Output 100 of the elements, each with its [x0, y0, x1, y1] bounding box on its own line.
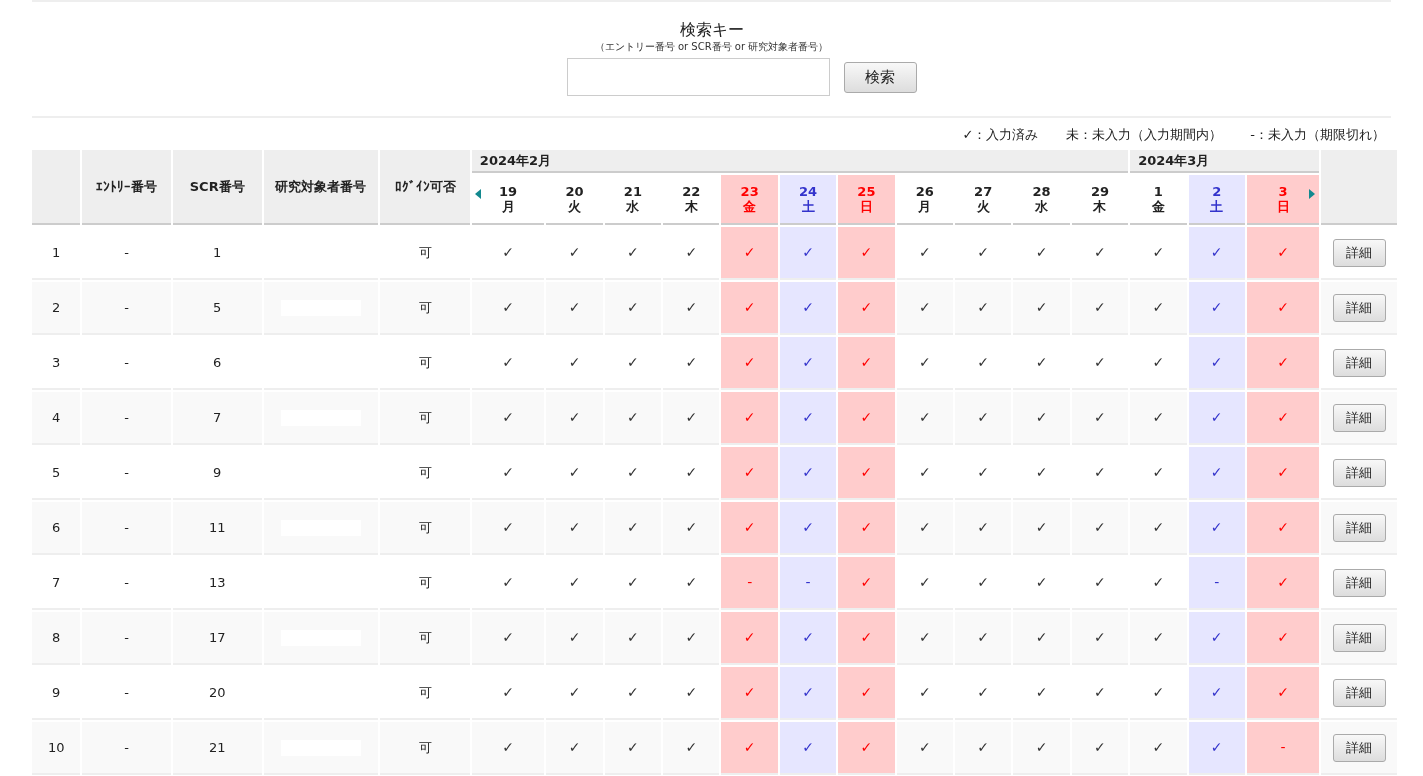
table-cell: 可 [380, 502, 470, 555]
status-cell: ✓ [1246, 337, 1320, 390]
status-cell: ✓ [896, 282, 953, 335]
status-cell: - [721, 557, 778, 610]
status-cell: ✓ [1246, 392, 1320, 445]
status-cell: ✓ [721, 337, 778, 390]
status-cell: ✓ [1071, 392, 1129, 445]
detail-button[interactable]: 詳細 [1332, 733, 1386, 762]
status-cell: ✓ [1013, 612, 1070, 665]
status-cell: ✓ [896, 722, 953, 775]
column-header: SCR番号 [172, 150, 262, 225]
status-cell: - [1188, 557, 1245, 610]
table-cell: 5 [172, 282, 262, 335]
status-cell: ✓ [838, 557, 895, 610]
month-header: 2024年3月 [1130, 150, 1320, 173]
table-cell: 6 [32, 502, 81, 555]
status-cell: ✓ [838, 337, 895, 390]
column-header: 研究対象者番号 [263, 150, 379, 225]
status-cell: ✓ [604, 282, 662, 335]
status-cell: ✓ [663, 282, 720, 335]
status-cell: ✓ [838, 502, 895, 555]
status-cell: ✓ [954, 612, 1012, 665]
detail-button[interactable]: 詳細 [1332, 678, 1386, 707]
status-cell: ✓ [721, 392, 778, 445]
status-cell: ✓ [471, 392, 545, 445]
previous-arrow-icon[interactable] [474, 189, 481, 199]
status-cell: ✓ [721, 227, 778, 280]
search-field[interactable] [566, 58, 830, 96]
day-header: 23 金 [721, 175, 778, 225]
status-cell: ✓ [1188, 337, 1245, 390]
status-cell: ✓ [721, 722, 778, 775]
status-cell: ✓ [838, 667, 895, 720]
legend-item: ✓：入力済み [962, 126, 1039, 144]
table-cell: - [82, 502, 171, 555]
day-header: 3 日 [1246, 175, 1320, 225]
status-cell: ✓ [604, 392, 662, 445]
table-cell: 17 [172, 612, 262, 665]
status-cell: ✓ [1013, 392, 1070, 445]
detail-button[interactable]: 詳細 [1332, 623, 1386, 652]
detail-button[interactable]: 詳細 [1332, 348, 1386, 377]
status-cell: ✓ [604, 502, 662, 555]
status-cell: ✓ [779, 502, 837, 555]
status-cell: ✓ [779, 392, 837, 445]
table-cell: 21 [172, 722, 262, 775]
column-header: ﾛｸﾞｲﾝ可否 [380, 150, 470, 225]
status-cell: - [779, 557, 837, 610]
status-cell: ✓ [1130, 722, 1187, 775]
next-arrow-icon[interactable] [1309, 189, 1316, 199]
status-cell: ✓ [1130, 282, 1187, 335]
detail-button[interactable]: 詳細 [1332, 238, 1386, 267]
status-cell: ✓ [838, 227, 895, 280]
status-cell: ✓ [546, 502, 603, 555]
status-cell: ✓ [471, 282, 545, 335]
status-cell: ✓ [779, 667, 837, 720]
search-hint: （エントリー番号 or SCR番号 or 研究対象者番号） [594, 40, 829, 54]
column-header: ｴﾝﾄﾘｰ番号 [82, 150, 171, 225]
detail-button[interactable]: 詳細 [1332, 458, 1386, 487]
status-cell: ✓ [1246, 557, 1320, 610]
status-cell: ✓ [663, 392, 720, 445]
status-cell: ✓ [1188, 502, 1245, 555]
day-header: 25 日 [838, 175, 895, 225]
status-cell: ✓ [1188, 282, 1245, 335]
status-cell: ✓ [1130, 612, 1187, 665]
status-cell: ✓ [1188, 392, 1245, 445]
status-cell: ✓ [954, 392, 1012, 445]
detail-button[interactable]: 詳細 [1332, 568, 1386, 597]
status-cell: ✓ [471, 722, 545, 775]
status-cell: ✓ [1246, 447, 1320, 500]
status-cell: ✓ [779, 282, 837, 335]
table-cell: - [82, 612, 171, 665]
status-cell: ✓ [779, 722, 837, 775]
detail-button[interactable]: 詳細 [1332, 403, 1386, 432]
legend-item: 未：未入力（入力期間内） [1066, 126, 1223, 144]
status-cell: ✓ [779, 612, 837, 665]
status-cell: ✓ [471, 612, 545, 665]
detail-button[interactable]: 詳細 [1332, 293, 1386, 322]
status-cell: ✓ [546, 282, 603, 335]
detail-button[interactable]: 詳細 [1332, 513, 1386, 542]
day-header: 24 土 [779, 175, 837, 225]
status-cell: ✓ [1188, 227, 1245, 280]
status-cell: - [1246, 722, 1320, 775]
status-cell: ✓ [1246, 667, 1320, 720]
search-button[interactable]: 検索 [843, 61, 917, 93]
status-cell: ✓ [779, 447, 837, 500]
status-cell: ✓ [838, 722, 895, 775]
status-cell: ✓ [1188, 612, 1245, 665]
status-cell: ✓ [471, 502, 545, 555]
status-cell: ✓ [663, 612, 720, 665]
status-cell: ✓ [721, 612, 778, 665]
status-cell: ✓ [721, 502, 778, 555]
status-cell: ✓ [1071, 502, 1129, 555]
status-cell: ✓ [721, 447, 778, 500]
status-cell: ✓ [1130, 502, 1187, 555]
status-cell: ✓ [838, 612, 895, 665]
status-cell: ✓ [954, 502, 1012, 555]
status-cell: ✓ [1013, 502, 1070, 555]
day-header: 2 土 [1188, 175, 1245, 225]
status-cell: ✓ [838, 282, 895, 335]
table-cell: 11 [172, 502, 262, 555]
status-cell: ✓ [896, 392, 953, 445]
